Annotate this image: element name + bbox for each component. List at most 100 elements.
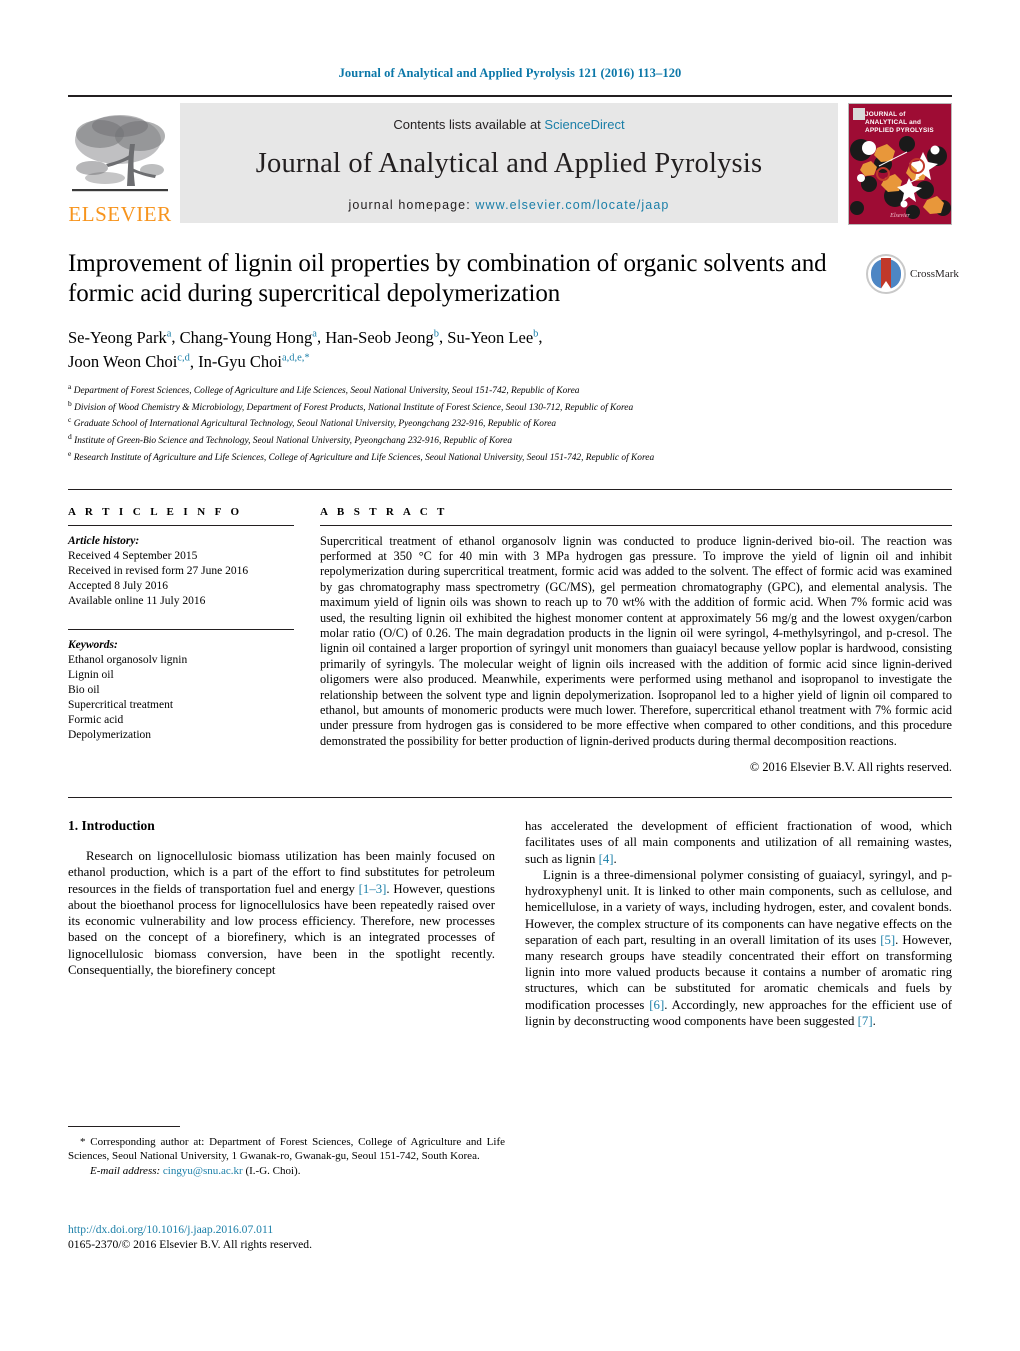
affiliation-text: Research Institute of Agriculture and Li…: [73, 453, 655, 463]
affiliation-item: d Institute of Green-Bio Science and Tec…: [68, 431, 858, 448]
affiliation-item: e Research Institute of Agriculture and …: [68, 448, 858, 465]
keywords-block: Keywords: Ethanol organosolv lignin Lign…: [68, 628, 294, 743]
article-history-item: Available online 11 July 2016: [68, 594, 206, 607]
paragraph: Research on lignocellulosic biomass util…: [68, 848, 495, 978]
affiliation-text: Graduate School of International Agricul…: [73, 419, 557, 430]
homepage-prefix: journal homepage:: [348, 197, 476, 212]
article-page: Journal of Analytical and Applied Pyroly…: [0, 0, 1020, 1351]
footer-block: http://dx.doi.org/10.1016/j.jaap.2016.07…: [68, 1222, 312, 1252]
body-columns: 1. Introduction Research on lignocellulo…: [68, 818, 952, 1029]
keyword-item: Formic acid: [68, 713, 124, 726]
author-affil-mark[interactable]: b: [533, 328, 538, 339]
abstract-text: Supercritical treatment of ethanol organ…: [320, 533, 952, 748]
footnote-divider: [68, 1126, 180, 1127]
author-affil-mark[interactable]: a: [312, 328, 317, 339]
author-list: Se-Yeong Parka, Chang-Young Honga, Han-S…: [68, 327, 543, 372]
affiliation-item: b Division of Wood Chemistry & Microbiol…: [68, 398, 858, 415]
keyword-item: Lignin oil: [68, 668, 114, 681]
running-head: Journal of Analytical and Applied Pyroly…: [338, 66, 682, 80]
paragraph: Lignin is a three-dimensional polymer co…: [525, 867, 952, 1029]
sciencedirect-link[interactable]: ScienceDirect: [544, 117, 624, 132]
author-name: Su-Yeon Lee: [447, 327, 534, 347]
paragraph-text: .: [872, 1013, 876, 1028]
journal-band: Contents lists available at ScienceDirec…: [180, 103, 838, 223]
email-note: E-mail address: cingyu@snu.ac.kr (I.-G. …: [68, 1164, 505, 1178]
author-entry: Han-Seob Jeongb: [325, 328, 439, 347]
affiliation-mark: b: [68, 398, 72, 408]
crossmark-icon: [866, 254, 906, 294]
elsevier-wordmark: ELSEVIER: [68, 202, 172, 226]
elsevier-tree-icon: [70, 110, 170, 202]
author-entry: Joon Weon Choic,d: [68, 352, 190, 371]
author-entry: Se-Yeong Parka: [68, 328, 171, 347]
journal-homepage-link[interactable]: www.elsevier.com/locate/jaap: [475, 198, 669, 212]
keyword-item: Ethanol organosolv lignin: [68, 653, 188, 666]
divider: [320, 524, 952, 526]
author-entry: Su-Yeon Leeb: [447, 328, 538, 347]
affiliation-mark: d: [68, 432, 72, 442]
author-name: Han-Seob Jeong: [325, 327, 434, 347]
affiliation-text: Institute of Green-Bio Science and Techn…: [74, 436, 513, 447]
journal-masthead: ELSEVIER Contents lists available at Sci…: [68, 95, 952, 225]
keyword-item: Depolymerization: [68, 728, 152, 741]
author-affil-mark[interactable]: c,d: [177, 353, 190, 364]
affiliation-mark: e: [68, 448, 72, 458]
author-name: Chang-Young Hong: [179, 327, 313, 347]
paragraph: has accelerated the development of effic…: [525, 818, 952, 867]
footnote-block: * Corresponding author at: Department of…: [68, 1126, 505, 1178]
keyword-item: Bio oil: [68, 683, 100, 696]
section-heading-introduction: 1. Introduction: [68, 818, 155, 834]
citation-ref[interactable]: [6]: [649, 998, 664, 1012]
affiliation-text: Division of Wood Chemistry & Microbiolog…: [74, 402, 634, 413]
elsevier-logo: ELSEVIER: [68, 103, 172, 225]
crossmark-label: CrossMark: [910, 268, 959, 280]
article-history-item: Accepted 8 July 2016: [68, 579, 168, 592]
keywords-label: Keywords:: [68, 638, 118, 651]
affiliation-mark: c: [68, 415, 72, 425]
corresponding-author-mark[interactable]: a,d,e,*: [282, 353, 310, 364]
citation-ref[interactable]: [5]: [880, 933, 895, 947]
author-name: In-Gyu Choi: [198, 352, 282, 371]
article-history-item: Received 4 September 2015: [68, 549, 198, 562]
journal-homepage-line: journal homepage: www.elsevier.com/locat…: [349, 198, 670, 212]
email-label: E-mail address:: [90, 1165, 161, 1177]
email-suffix: (I.-G. Choi).: [245, 1165, 301, 1177]
corresponding-author-note: * Corresponding author at: Department of…: [68, 1136, 505, 1162]
author-name: Joon Weon Choi: [68, 352, 178, 371]
divider: [68, 524, 294, 526]
article-history-item: Received in revised form 27 June 2016: [68, 564, 249, 577]
body-column-right: has accelerated the development of effic…: [525, 818, 952, 1029]
article-history-label: Article history:: [68, 534, 140, 547]
body-column-left: 1. Introduction Research on lignocellulo…: [68, 818, 495, 1029]
crossmark-badge[interactable]: CrossMark: [866, 251, 959, 297]
divider: [68, 797, 952, 799]
citation-ref[interactable]: [1–3]: [359, 882, 387, 896]
article-info-heading: A R T I C L E I N F O: [68, 505, 243, 518]
affiliation-item: c Graduate School of International Agric…: [68, 414, 858, 431]
affiliation-text: Department of Forest Sciences, College o…: [73, 386, 580, 397]
journal-cover-thumbnail: JOURNAL of ANALYTICAL and APPLIED PYROLY…: [848, 103, 952, 225]
article-info-column: A R T I C L E I N F O Article history: R…: [68, 506, 320, 776]
paragraph-text: has accelerated the development of effic…: [525, 819, 952, 866]
doi-link[interactable]: http://dx.doi.org/10.1016/j.jaap.2016.07…: [68, 1222, 312, 1237]
issn-copyright-line: 0165-2370/© 2016 Elsevier B.V. All right…: [68, 1238, 312, 1251]
abstract-column: A B S T R A C T Supercritical treatment …: [320, 506, 952, 776]
author-entry: Chang-Young Honga: [180, 328, 317, 347]
journal-title: Journal of Analytical and Applied Pyroly…: [255, 147, 763, 179]
affiliation-list: a Department of Forest Sciences, College…: [68, 381, 858, 465]
abstract-heading: A B S T R A C T: [320, 505, 448, 518]
copyright-line: © 2016 Elsevier B.V. All rights reserved…: [749, 760, 952, 775]
divider: [68, 628, 294, 630]
author-affil-mark[interactable]: b: [434, 328, 439, 339]
citation-ref[interactable]: [7]: [858, 1014, 873, 1028]
author-entry: In-Gyu Choia,d,e,*: [198, 352, 310, 371]
affiliation-mark: a: [68, 382, 72, 391]
cover-title-text: JOURNAL of ANALYTICAL and APPLIED PYROLY…: [865, 111, 934, 134]
email-link[interactable]: cingyu@snu.ac.kr: [163, 1165, 243, 1177]
paragraph-text: .: [613, 851, 617, 866]
contents-available-line: Contents lists available at ScienceDirec…: [393, 117, 624, 132]
citation-ref[interactable]: [4]: [599, 852, 614, 866]
author-name: Se-Yeong Park: [68, 327, 167, 347]
author-affil-mark[interactable]: a: [167, 328, 172, 339]
affiliation-item: a Department of Forest Sciences, College…: [68, 381, 858, 398]
